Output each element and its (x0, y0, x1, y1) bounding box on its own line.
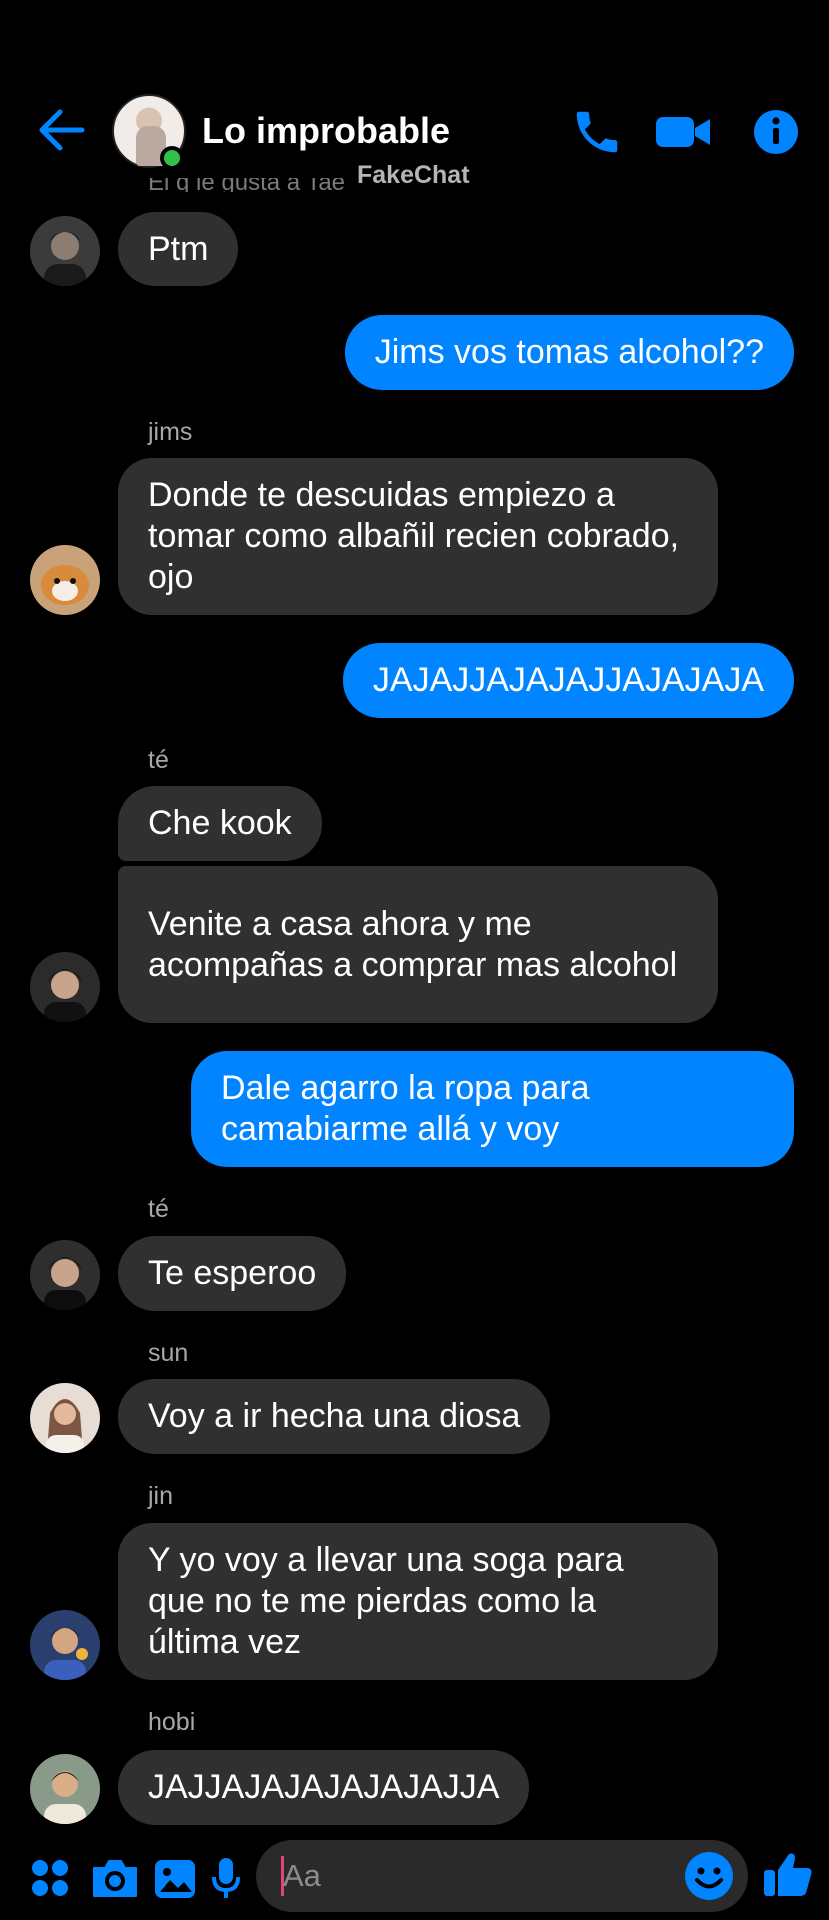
camera-icon[interactable] (90, 1852, 140, 1904)
outgoing-message-bubble[interactable]: JAJAJJAJAJAJJAJAJAJA (342, 643, 794, 718)
online-status-indicator (160, 146, 184, 170)
apps-grid-icon[interactable] (30, 1852, 70, 1904)
video-camera-icon[interactable] (654, 104, 712, 160)
incoming-message-bubble[interactable]: JAJJAJAJAJAJAJAJJA (118, 1750, 530, 1825)
avatar[interactable] (30, 952, 100, 1022)
incoming-message-bubble[interactable]: Te esperoo (118, 1236, 347, 1311)
phone-icon[interactable] (570, 104, 624, 160)
message-input[interactable] (256, 1840, 748, 1912)
avatar[interactable] (30, 1754, 100, 1824)
emoji-icon[interactable] (683, 1850, 735, 1902)
avatar[interactable] (30, 545, 100, 615)
gallery-icon[interactable] (152, 1852, 198, 1904)
incoming-message-bubble[interactable]: Ptm (118, 212, 239, 286)
back-arrow-icon[interactable] (38, 108, 86, 152)
incoming-message-bubble[interactable]: Y yo voy a llevar una soga para que no t… (118, 1523, 718, 1680)
chat-title[interactable]: Lo improbable (202, 110, 450, 152)
thumbs-up-icon[interactable] (762, 1848, 814, 1900)
avatar[interactable] (30, 1240, 100, 1310)
avatar[interactable] (30, 216, 100, 286)
truncated-previous-text: El q le gusta a Tae (148, 178, 346, 192)
incoming-message-bubble[interactable]: Voy a ir hecha una diosa (118, 1379, 551, 1454)
sender-name: jims (148, 418, 193, 446)
microphone-icon[interactable] (208, 1852, 244, 1904)
info-icon[interactable] (752, 104, 800, 160)
avatar[interactable] (30, 1610, 100, 1680)
outgoing-message-bubble[interactable]: Jims vos tomas alcohol?? (344, 315, 794, 390)
incoming-message-bubble[interactable]: Donde te descuidas empiezo a tomar como … (118, 458, 718, 615)
sender-name: té (148, 1195, 169, 1223)
message-input-placeholder: Aa (283, 1858, 321, 1893)
sender-name: hobi (148, 1708, 196, 1736)
watermark-label: FakeChat (357, 161, 470, 189)
incoming-message-bubble[interactable]: Che kook (118, 786, 322, 861)
sender-name: jin (148, 1482, 174, 1510)
incoming-message-bubble[interactable]: Venite a casa ahora y me acompañas a com… (118, 866, 718, 1023)
avatar[interactable] (30, 1383, 100, 1453)
sender-name: té (148, 746, 169, 774)
outgoing-message-bubble[interactable]: Dale agarro la ropa para camabiarme allá… (191, 1051, 794, 1167)
chat-header: Lo improbable El q le gusta a Tae FakeCh… (0, 0, 829, 200)
sender-name: sun (148, 1339, 189, 1367)
